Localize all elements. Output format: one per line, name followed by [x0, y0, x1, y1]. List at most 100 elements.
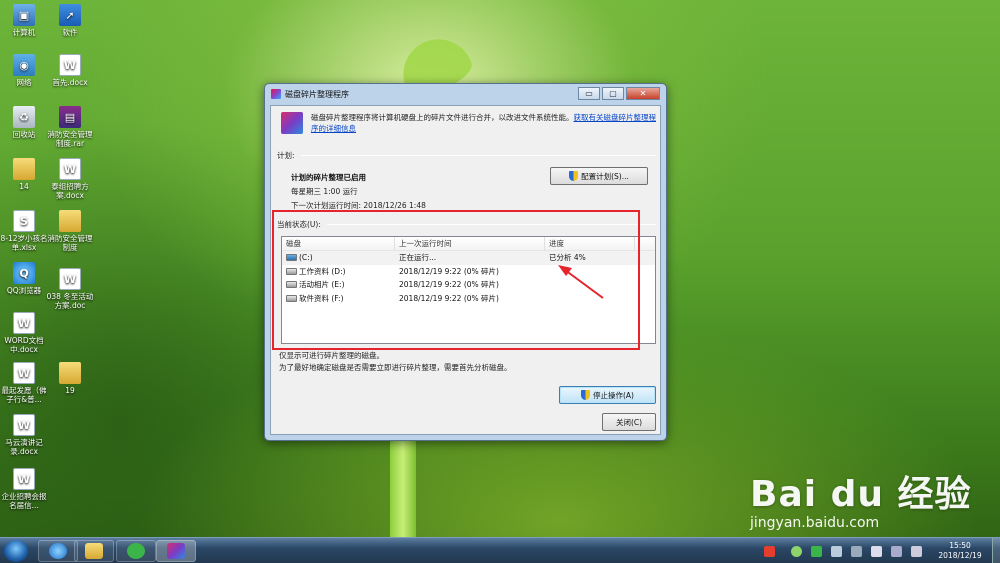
uac-shield-icon	[569, 171, 579, 181]
taskbar-file-explorer[interactable]	[74, 540, 114, 562]
system-tray: 15:50 2018/12/19	[755, 538, 1000, 563]
desktop-icon-label: QQ浏览器	[6, 286, 42, 295]
desktop-icon[interactable]: 19	[46, 362, 94, 395]
word-doc-icon: W	[59, 268, 81, 290]
desktop-icon[interactable]: S 8-12岁小孩名单.xlsx	[0, 210, 48, 252]
word-doc-icon: W	[13, 468, 35, 490]
folder-icon	[59, 362, 81, 384]
network-icon: ◉	[13, 54, 35, 76]
wechat-tray-icon[interactable]	[811, 545, 822, 557]
desktop-icon[interactable]: W 企业招聘会报名届信...	[0, 468, 48, 510]
schedule-status: 计划的碎片整理已启用	[291, 173, 366, 182]
desktop-icon[interactable]: ◉ 网络	[0, 54, 48, 87]
desktop-icon-label: 19	[65, 386, 75, 395]
desktop-icon[interactable]: W 最起发愿（佛子行&普...	[0, 362, 48, 404]
folder-icon	[59, 210, 81, 232]
desktop-icon[interactable]: ♻ 回收站	[0, 106, 48, 139]
display-icon[interactable]	[891, 545, 902, 557]
folder-icon	[85, 543, 103, 559]
desktop-icon[interactable]: ▣ 计算机	[0, 4, 48, 37]
word-doc-icon: W	[59, 54, 81, 76]
note-line-1: 仅显示可进行碎片整理的磁盘。	[279, 351, 384, 360]
desktop-icon[interactable]: W WORD文档中.docx	[0, 312, 48, 354]
computer-icon: ▣	[13, 4, 35, 26]
desktop-icon-label: 计算机	[12, 28, 36, 37]
system-clock[interactable]: 15:50 2018/12/19	[928, 541, 992, 561]
uac-shield-icon	[581, 390, 590, 400]
desktop-icon-label: 回收站	[12, 130, 36, 139]
chat-icon[interactable]	[871, 545, 882, 557]
window-title: 磁盘碎片整理程序	[285, 89, 349, 99]
defrag-app-icon	[271, 89, 281, 99]
desktop-icon-label: 泰组招聘方案.docx	[51, 182, 89, 200]
defrag-large-icon	[281, 112, 303, 134]
minimize-button[interactable]: ▭	[578, 87, 600, 100]
taskbar-defragmenter[interactable]	[156, 540, 196, 562]
arrow-up-icon[interactable]	[851, 545, 862, 557]
show-desktop-button[interactable]	[992, 538, 1000, 563]
wallpaper-stem	[390, 430, 416, 540]
desktop-icon-label: 马云演讲记录.docx	[5, 438, 43, 456]
excel-icon: S	[13, 210, 35, 232]
desktop-icon-label: 8-12岁小孩名单.xlsx	[0, 234, 48, 252]
desktop-icon-label: 网络	[16, 78, 32, 87]
close-window-button[interactable]: ✕	[626, 87, 660, 100]
taskbar-ie-browser[interactable]	[38, 540, 78, 562]
close-button[interactable]: 关闭(C)	[602, 413, 656, 431]
desktop-icon-label: 企业招聘会报名届信...	[1, 492, 47, 510]
desktop-icon-label: 软件	[62, 28, 78, 37]
configure-schedule-label: 配置计划(S)...	[581, 171, 629, 181]
desktop-icon-label: 14	[19, 182, 29, 191]
taskbar: 15:50 2018/12/19	[0, 537, 1000, 563]
defrag-app-icon	[167, 543, 185, 559]
desktop-icon-label: 消防安全管理制度.rar	[47, 130, 93, 148]
recycle-bin-icon: ♻	[13, 106, 35, 128]
desktop-icon[interactable]: ➚ 软件	[46, 4, 94, 37]
desktop-icon[interactable]: Q QQ浏览器	[0, 262, 48, 295]
desktop-icon[interactable]: 14	[0, 158, 48, 191]
network-icon[interactable]	[831, 545, 842, 557]
desktop-icon[interactable]: ▤ 消防安全管理制度.rar	[46, 106, 94, 148]
watermark-brand: Bai du 经验	[750, 474, 972, 515]
word-doc-icon: W	[13, 414, 35, 436]
desktop-icon-label: 首先.docx	[52, 78, 88, 87]
desktop-icon-label: 消防安全管理制度	[47, 234, 93, 252]
start-button[interactable]	[4, 540, 28, 562]
word-doc-icon: W	[13, 362, 35, 384]
stop-operation-label: 停止操作(A)	[593, 390, 634, 400]
desktop-icon[interactable]: 消防安全管理制度	[46, 210, 94, 252]
desktop-icon[interactable]: W 泰组招聘方案.docx	[46, 158, 94, 200]
intro-text: 磁盘碎片整理程序将计算机硬盘上的碎片文件进行合并，以改进文件系统性能。	[311, 113, 574, 122]
clock-time: 15:50	[949, 541, 971, 550]
sogou-input-icon[interactable]	[764, 545, 775, 557]
stop-operation-button[interactable]: 停止操作(A)	[559, 386, 656, 404]
desktop-icon-label: 最起发愿（佛子行&普...	[1, 386, 47, 404]
wechat-icon	[127, 543, 145, 559]
desktop-icon-label: WORD文档中.docx	[4, 336, 44, 354]
schedule-run-time: 每星期三 1:00 运行	[291, 187, 358, 196]
shortcut-icon: ➚	[59, 4, 81, 26]
window-titlebar[interactable]: 磁盘碎片整理程序 ▭ ▢ ✕	[265, 84, 666, 104]
desktop-icon[interactable]: W 038 冬至活动方案.doc	[46, 268, 94, 310]
qq-browser-icon: Q	[13, 262, 35, 284]
highlight-annotation-box	[272, 210, 640, 350]
divider	[301, 155, 656, 156]
taskbar-wechat[interactable]	[116, 540, 156, 562]
volume-icon[interactable]	[911, 545, 922, 557]
schedule-section-label: 计划:	[277, 151, 295, 160]
word-doc-icon: W	[13, 312, 35, 334]
ie-browser-icon	[49, 543, 67, 559]
configure-schedule-button[interactable]: 配置计划(S)...	[550, 167, 648, 185]
word-doc-icon: W	[59, 158, 81, 180]
folder-icon	[13, 158, 35, 180]
baidu-watermark: Bai du 经验 jingyan.baidu.com	[750, 465, 972, 531]
intro-section: 磁盘碎片整理程序将计算机硬盘上的碎片文件进行合并，以改进文件系统性能。获取有关磁…	[281, 112, 656, 134]
desktop-icon-label: 038 冬至活动方案.doc	[46, 292, 94, 310]
watermark-url: jingyan.baidu.com	[750, 515, 880, 531]
desktop-icon[interactable]: W 马云演讲记录.docx	[0, 414, 48, 456]
maximize-button[interactable]: ▢	[602, 87, 624, 100]
rar-archive-icon: ▤	[59, 106, 81, 128]
wifi-icon[interactable]	[791, 545, 802, 557]
clock-date: 2018/12/19	[938, 551, 982, 560]
desktop-icon[interactable]: W 首先.docx	[46, 54, 94, 87]
